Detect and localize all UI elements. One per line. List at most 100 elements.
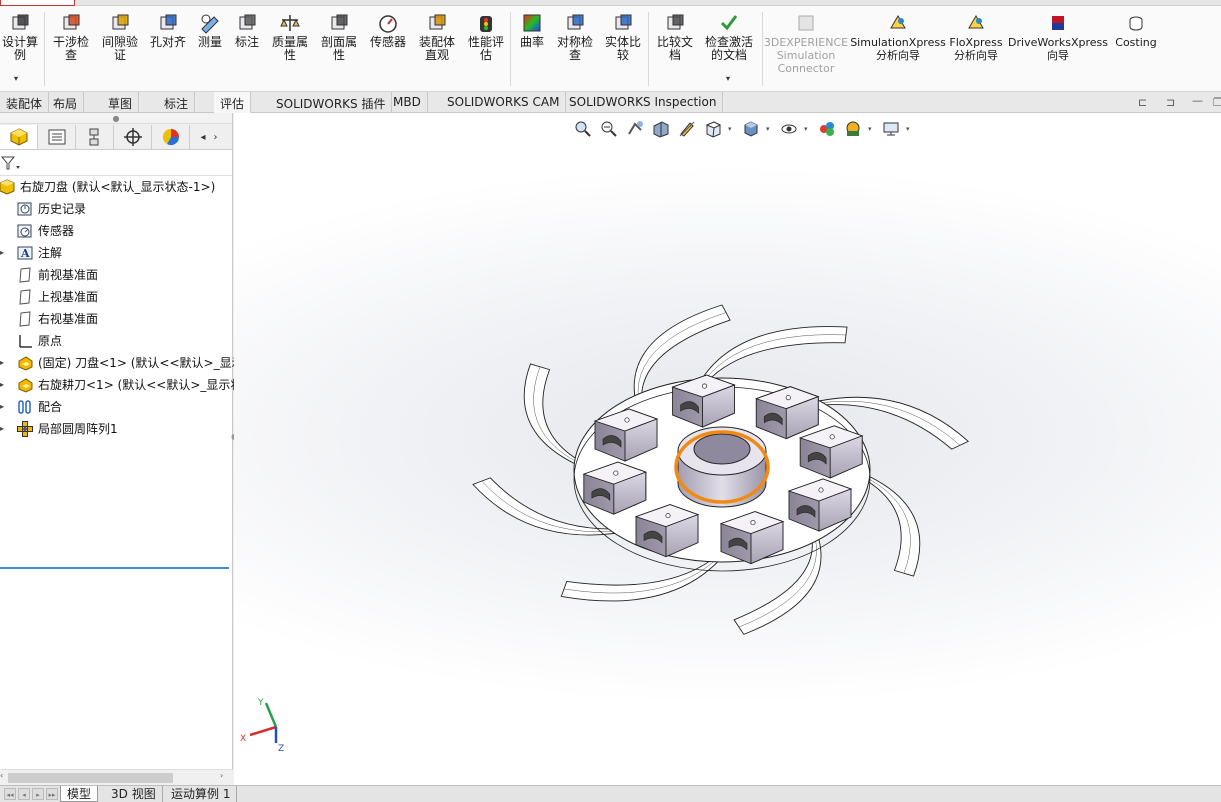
simxpress-button[interactable]: SimulationXpress 分析向导: [850, 12, 946, 62]
perf-eval-icon: [475, 12, 497, 34]
triad-x-label: X: [240, 734, 246, 744]
design-study-button[interactable]: 设计算例: [0, 12, 40, 62]
compare-docs-label: 比较文档: [656, 35, 693, 62]
display-manager-tab[interactable]: [152, 125, 190, 149]
perf-eval-button[interactable]: 性能评估: [464, 12, 508, 62]
tab-8[interactable]: SOLIDWORKS Inspection: [563, 92, 724, 113]
hole-align-button[interactable]: 孔对齐: [146, 12, 190, 49]
restore-icon[interactable]: ❐: [1213, 96, 1221, 109]
tree-item-3[interactable]: 前视基准面: [0, 264, 229, 286]
tree-item-1[interactable]: 传感器: [0, 220, 229, 242]
configuration-manager-tab[interactable]: [76, 125, 114, 149]
tree-item-5[interactable]: 右视基准面: [0, 308, 229, 330]
clearance-button[interactable]: 间隙验证: [98, 12, 142, 62]
tab-7[interactable]: SOLIDWORKS CAM: [441, 92, 567, 113]
scroll-left-icon[interactable]: ‹: [0, 771, 3, 780]
coordinate-triad: Y X Z: [240, 698, 284, 754]
tree-item-0[interactable]: 历史记录: [0, 198, 229, 220]
compare-docs-button[interactable]: 比较文档: [653, 12, 697, 62]
tree-item-label: 历史记录: [38, 202, 87, 216]
next-tab-icon[interactable]: ▸: [32, 788, 44, 800]
tab-5[interactable]: SOLIDWORKS 插件: [270, 92, 393, 113]
markup-icon: [236, 12, 258, 34]
floxpress-label: FloXpress 分析向导: [949, 36, 1003, 62]
floxpress-icon: [965, 12, 987, 34]
first-tab-icon[interactable]: ◂◂: [4, 788, 16, 800]
tree-root[interactable]: 右旋刀盘 (默认<默认_显示状态-1>): [0, 176, 229, 198]
minimize-icon[interactable]: —: [1192, 94, 1203, 107]
symmetry-icon: [564, 12, 586, 34]
compare-docs-icon: [664, 12, 686, 34]
driveworks-button[interactable]: DriveWorksXpress 向导: [1008, 12, 1108, 62]
chevron-down-icon[interactable]: ▾: [726, 74, 730, 83]
tile-left-icon[interactable]: ⊏: [1138, 96, 1147, 109]
tree-item-10[interactable]: ▸ 局部圆周阵列1: [0, 418, 229, 440]
interference-button[interactable]: 干涉检查: [50, 12, 92, 62]
tab-2[interactable]: 草图: [102, 92, 140, 113]
tab-3[interactable]: 标注: [158, 92, 196, 113]
tree-item-label: 右视基准面: [38, 312, 99, 326]
feature-manager-tab[interactable]: [0, 125, 38, 149]
ribbon-separator: [44, 12, 45, 86]
assembly-vis-label: 装配体直观: [418, 35, 455, 62]
tree-item-9[interactable]: ▸ 配合: [0, 396, 229, 418]
tree-item-4[interactable]: 上视基准面: [0, 286, 229, 308]
scroll-right-icon[interactable]: ›: [220, 771, 223, 780]
symmetry-label: 对称检查: [556, 35, 593, 62]
dimxpert-tab[interactable]: [114, 125, 152, 149]
costing-button[interactable]: Costing: [1115, 12, 1157, 49]
floxpress-button[interactable]: FloXpress 分析向导: [949, 12, 1003, 62]
expand-arrow-icon[interactable]: ▸: [0, 418, 4, 440]
filter-icon[interactable]: [1, 156, 21, 170]
ribbon-separator: [510, 12, 511, 86]
3dexp-button: 3DEXPERIENCE Simulation Connector: [764, 12, 848, 75]
section-props-icon: [328, 12, 350, 34]
last-tab-icon[interactable]: ▸▸: [46, 788, 58, 800]
scroll-thumb[interactable]: [8, 773, 173, 783]
panel-splitter[interactable]: ●: [0, 113, 232, 124]
tree-item-2[interactable]: ▸ A 注解: [0, 242, 229, 264]
tab-1[interactable]: 布局: [47, 92, 85, 113]
tab-4[interactable]: 评估: [214, 92, 252, 113]
tree-item-label: 右旋刀盘 (默认<默认_显示状态-1>): [20, 180, 216, 194]
sensor-button[interactable]: 传感器: [366, 12, 410, 49]
graphics-area[interactable]: ▾ ▾ ▾ ▾ ▾ Y X Z: [234, 113, 1221, 785]
tree-item-label: 前视基准面: [38, 268, 99, 282]
chevron-left-icon[interactable]: ◂: [200, 132, 205, 143]
measure-button[interactable]: 测量: [195, 12, 225, 49]
property-manager-tab[interactable]: [38, 125, 76, 149]
tab-0[interactable]: 装配体: [0, 92, 50, 113]
tree-item-7[interactable]: ▸ (固定) 刀盘<1> (默认<<默认>_显示: [0, 352, 244, 374]
section-props-button[interactable]: 剖面属性: [317, 12, 361, 62]
expand-arrow-icon[interactable]: ▸: [0, 242, 4, 264]
expand-arrow-icon[interactable]: ▸: [0, 396, 4, 418]
bottom-tab-1[interactable]: 3D 视图: [105, 786, 163, 802]
tree-rollback-bar[interactable]: [0, 567, 229, 569]
curvature-label: 曲率: [519, 35, 544, 49]
sensor-label: 传感器: [369, 35, 406, 49]
mass-props-button[interactable]: 质量属性: [268, 12, 312, 62]
mass-props-icon: [279, 12, 301, 34]
curvature-button[interactable]: 曲率: [517, 12, 547, 49]
tile-right-icon[interactable]: ⊐: [1166, 96, 1175, 109]
tree-horizontal-scrollbar[interactable]: ‹ ›: [0, 769, 233, 785]
tree-item-8[interactable]: ▸ 右旋耕刀<1> (默认<<默认>_显示状: [0, 374, 242, 396]
expand-arrow-icon[interactable]: ▸: [0, 374, 4, 396]
tab-scroll-arrows[interactable]: ◂ ›: [190, 125, 228, 149]
chevron-right-icon[interactable]: ›: [214, 132, 218, 143]
check-active-button[interactable]: 检查激活的文档: [702, 12, 756, 62]
body-compare-button[interactable]: 实体比较: [601, 12, 645, 62]
tree-item-6[interactable]: 原点: [0, 330, 229, 352]
markup-button[interactable]: 标注: [232, 12, 262, 49]
tab-6[interactable]: MBD: [387, 92, 428, 113]
expand-arrow-icon[interactable]: ▸: [0, 352, 4, 374]
tiller-blade-disc-model[interactable]: Y X Z: [234, 113, 1221, 785]
prev-tab-icon[interactable]: ◂: [18, 788, 30, 800]
bottom-tab-2[interactable]: 运动算例 1: [165, 786, 238, 802]
ribbon-separator: [762, 12, 763, 86]
interference-label: 干涉检查: [52, 35, 89, 62]
symmetry-button[interactable]: 对称检查: [553, 12, 597, 62]
bottom-tab-0[interactable]: 模型: [60, 786, 99, 802]
assembly-vis-button[interactable]: 装配体直观: [414, 12, 460, 62]
chevron-down-icon[interactable]: ▾: [14, 74, 18, 83]
